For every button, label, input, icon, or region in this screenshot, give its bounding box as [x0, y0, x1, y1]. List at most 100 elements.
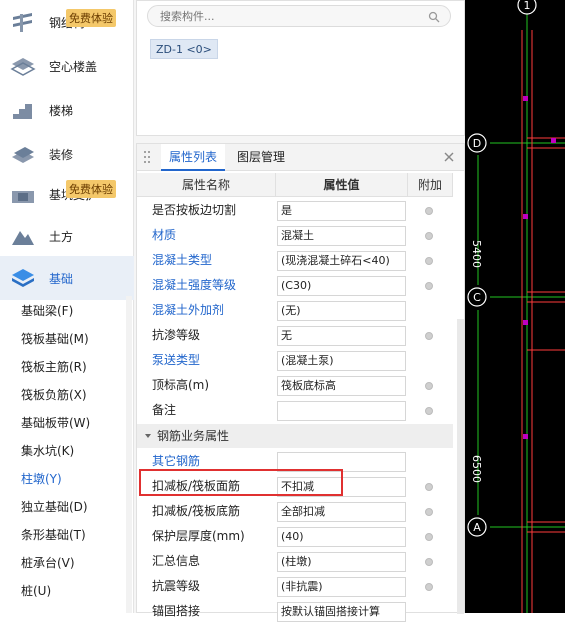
- sidebar-category-label: 装修: [49, 147, 74, 162]
- extra-checkbox[interactable]: [425, 407, 433, 415]
- extra-checkbox[interactable]: [425, 483, 433, 491]
- sidebar-category-label: 楼梯: [49, 103, 74, 118]
- component-panel: ZD-1 <0> 属性列表 图层管理 属性名称 属性值 附加 是否按板边切割 是…: [134, 0, 465, 622]
- extra-checkbox[interactable]: [425, 382, 433, 390]
- property-value-field[interactable]: (现浇混凝土碎石<40): [277, 251, 406, 271]
- sidebar-category-stairs[interactable]: 楼梯: [0, 88, 134, 132]
- drag-handle-icon[interactable]: [143, 150, 151, 164]
- pier-marker[interactable]: [523, 434, 528, 439]
- extra-checkbox[interactable]: [425, 207, 433, 215]
- sidebar-sub-sump-pit[interactable]: 集水坑(K): [0, 437, 126, 465]
- stairs-icon: [13, 104, 32, 119]
- sidebar-category-foundation-pit[interactable]: 基坑支护 免费体验: [0, 172, 134, 216]
- property-row: 混凝土外加剂 (无): [137, 298, 464, 323]
- property-name: 汇总信息: [152, 554, 201, 568]
- highlight-box: [139, 469, 343, 496]
- property-name: 保护层厚度(mm): [152, 529, 245, 543]
- extra-checkbox[interactable]: [425, 332, 433, 340]
- property-row: 抗渗等级 无: [137, 323, 464, 348]
- property-value-field[interactable]: 是: [277, 201, 406, 221]
- property-name: 混凝土强度等级: [152, 278, 237, 292]
- sidebar-category-hollow-floor[interactable]: 空心楼盖: [0, 44, 134, 88]
- property-row: 材质 混凝土: [137, 223, 464, 248]
- property-row: 是否按板边切割 是: [137, 198, 464, 223]
- property-tabbar: 属性列表 图层管理: [137, 144, 464, 171]
- sidebar-category-decoration[interactable]: 装修: [0, 132, 134, 176]
- sidebar-sub-foundation-beam[interactable]: 基础梁(F): [0, 297, 126, 325]
- collapse-triangle-icon[interactable]: [145, 434, 151, 438]
- extra-checkbox[interactable]: [425, 558, 433, 566]
- sidebar-sub-raft-main-rebar[interactable]: 筏板主筋(R): [0, 353, 126, 381]
- property-value-field[interactable]: 按默认锚固搭接计算: [277, 602, 406, 622]
- free-trial-badge: 免费体验: [66, 180, 116, 198]
- property-row: 抗震等级 (非抗震): [137, 574, 464, 599]
- extra-checkbox[interactable]: [425, 257, 433, 265]
- sidebar-sub-isolated-footing[interactable]: 独立基础(D): [0, 493, 126, 521]
- sidebar-category-steel-structure[interactable]: 钢结构 免费体验: [0, 0, 134, 44]
- property-value-field[interactable]: (柱墩): [277, 552, 406, 572]
- sidebar-category-earthwork[interactable]: 土方: [0, 214, 134, 258]
- sidebar-sub-pile-cap[interactable]: 桩承台(V): [0, 549, 126, 577]
- property-row: 泵送类型 (混凝土泵): [137, 348, 464, 373]
- property-row: 汇总信息 (柱墩): [137, 549, 464, 574]
- component-type-sidebar: 钢结构 免费体验 空心楼盖 楼梯 装修 基坑支护 免费体验 土方 基础 基础梁(…: [0, 0, 134, 613]
- property-value-field[interactable]: (非抗震): [277, 577, 406, 597]
- sidebar-scrollbar[interactable]: [126, 296, 132, 613]
- property-value-field[interactable]: (40): [277, 527, 406, 547]
- dimension-label: 5400: [470, 240, 483, 268]
- property-value-field[interactable]: 无: [277, 326, 406, 346]
- property-value-field[interactable]: 全部扣减: [277, 502, 406, 522]
- extra-checkbox[interactable]: [425, 583, 433, 591]
- tab-layer-management[interactable]: 图层管理: [237, 144, 285, 171]
- sidebar-sub-foundation-strip[interactable]: 基础板带(W): [0, 409, 126, 437]
- property-row: 备注: [137, 398, 464, 423]
- property-name: 扣减板/筏板底筋: [152, 504, 241, 518]
- property-row: 混凝土强度等级 (C30): [137, 273, 464, 298]
- search-icon[interactable]: [428, 11, 440, 23]
- component-item[interactable]: ZD-1 <0>: [150, 39, 218, 59]
- component-search-box[interactable]: [147, 5, 451, 27]
- property-name: 抗震等级: [152, 579, 201, 593]
- property-value-field[interactable]: (混凝土泵): [277, 351, 406, 371]
- extra-checkbox[interactable]: [425, 533, 433, 541]
- property-value-field[interactable]: [277, 401, 406, 421]
- property-name: 材质: [152, 228, 177, 242]
- sidebar-category-foundation[interactable]: 基础: [0, 256, 134, 300]
- sidebar-category-label: 土方: [49, 229, 74, 244]
- extra-checkbox[interactable]: [425, 232, 433, 240]
- pier-marker[interactable]: [523, 214, 528, 219]
- extra-checkbox[interactable]: [425, 508, 433, 516]
- property-name: 混凝土类型: [152, 253, 213, 267]
- property-name: 混凝土外加剂: [152, 303, 225, 317]
- close-icon[interactable]: [442, 150, 456, 164]
- pier-marker[interactable]: [551, 138, 556, 143]
- property-scrollbar[interactable]: [457, 319, 464, 614]
- axis-label-A: A: [473, 521, 481, 534]
- property-value-field[interactable]: (C30): [277, 276, 406, 296]
- foundation-pit-icon: [12, 191, 34, 203]
- property-value-field[interactable]: 筏板底标高: [277, 376, 406, 396]
- pier-marker[interactable]: [523, 96, 528, 101]
- property-row: 扣减板/筏板底筋 全部扣减: [137, 499, 464, 524]
- property-name: 抗渗等级: [152, 328, 201, 342]
- sidebar-category-label: 基础: [49, 271, 74, 286]
- drawing-canvas[interactable]: 1 D C A 5400 6500: [465, 0, 565, 613]
- sidebar-sub-column-pier[interactable]: 柱墩(Y): [0, 465, 126, 493]
- sidebar-sub-pile[interactable]: 桩(U): [0, 577, 126, 605]
- property-row: 锚固搭接 按默认锚固搭接计算: [137, 599, 464, 624]
- column-header-extra: 附加: [408, 173, 453, 197]
- extra-checkbox[interactable]: [425, 282, 433, 290]
- sidebar-sub-raft-foundation[interactable]: 筏板基础(M): [0, 325, 126, 353]
- sidebar-sub-strip-footing[interactable]: 条形基础(T): [0, 521, 126, 549]
- property-row: 混凝土类型 (现浇混凝土碎石<40): [137, 248, 464, 273]
- rebar-group-header[interactable]: 钢筋业务属性: [137, 424, 453, 448]
- property-name: 顶标高(m): [152, 378, 210, 392]
- property-value-field[interactable]: 混凝土: [277, 226, 406, 246]
- property-name: 锚固搭接: [152, 604, 201, 618]
- component-search-input[interactable]: [160, 8, 420, 24]
- property-value-field[interactable]: (无): [277, 301, 406, 321]
- pier-marker[interactable]: [523, 320, 528, 325]
- earthwork-icon: [12, 231, 34, 245]
- sidebar-sub-raft-negative-rebar[interactable]: 筏板负筋(X): [0, 381, 126, 409]
- tab-property-list[interactable]: 属性列表: [161, 144, 225, 171]
